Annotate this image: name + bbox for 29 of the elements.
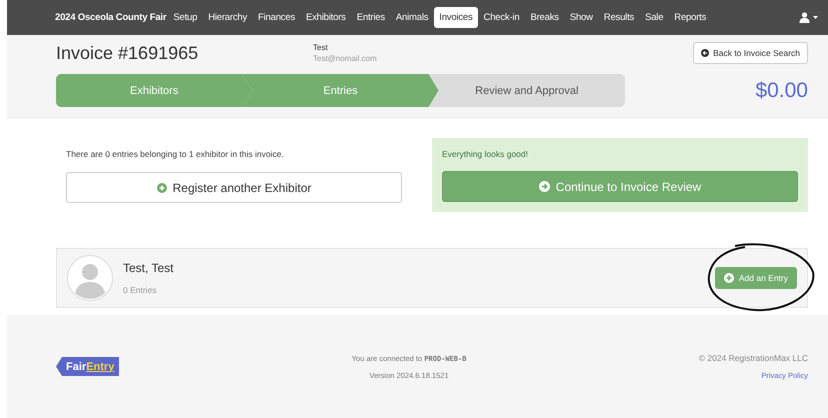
nav-item[interactable]: Show (564, 7, 598, 28)
nav-item[interactable]: Entries (352, 7, 390, 28)
nav-item[interactable]: Animals (390, 7, 434, 28)
nav-item[interactable]: Results (598, 7, 640, 28)
nav-item[interactable]: Breaks (525, 7, 564, 28)
back-button[interactable]: Back to Invoice Search (693, 42, 808, 64)
nav-item[interactable]: Invoices (434, 7, 478, 28)
nav-item[interactable]: Exhibitors (301, 7, 351, 28)
entry-count: 0 Entries (123, 285, 158, 295)
nav-item[interactable]: Check-in (478, 7, 524, 28)
progress-step: Entries (242, 74, 439, 107)
brand-title: 2024 Osceola County Fair (55, 12, 166, 23)
register-exhibitor-button[interactable]: Register another Exhibitor (66, 172, 402, 203)
progress-step: Exhibitors (56, 74, 252, 107)
nav-item[interactable]: Setup (168, 7, 202, 28)
contact-email: Test@nomail.com (313, 54, 377, 63)
nav-item[interactable]: Sale (640, 7, 668, 28)
summary-text: There are 0 entries belonging to 1 exhibitor in this invoice. (66, 149, 285, 159)
exhibitor-name: Test, Test (123, 261, 174, 275)
contact-name: Test (313, 43, 329, 52)
progress-step: Review and Approval (428, 74, 625, 107)
nav-item[interactable]: Reports (669, 7, 712, 28)
status-message: Everything looks good! (442, 149, 529, 159)
copyright-text: © 2024 RegistrationMax LLC (698, 353, 808, 363)
nav-item[interactable]: Finances (253, 7, 300, 28)
invoice-total: $0.00 (755, 78, 808, 102)
fairentry-logo: FairEntry (56, 357, 120, 376)
nav-item[interactable]: Hierarchy (203, 7, 252, 28)
invoice-title: Invoice #1691965 (56, 43, 200, 64)
